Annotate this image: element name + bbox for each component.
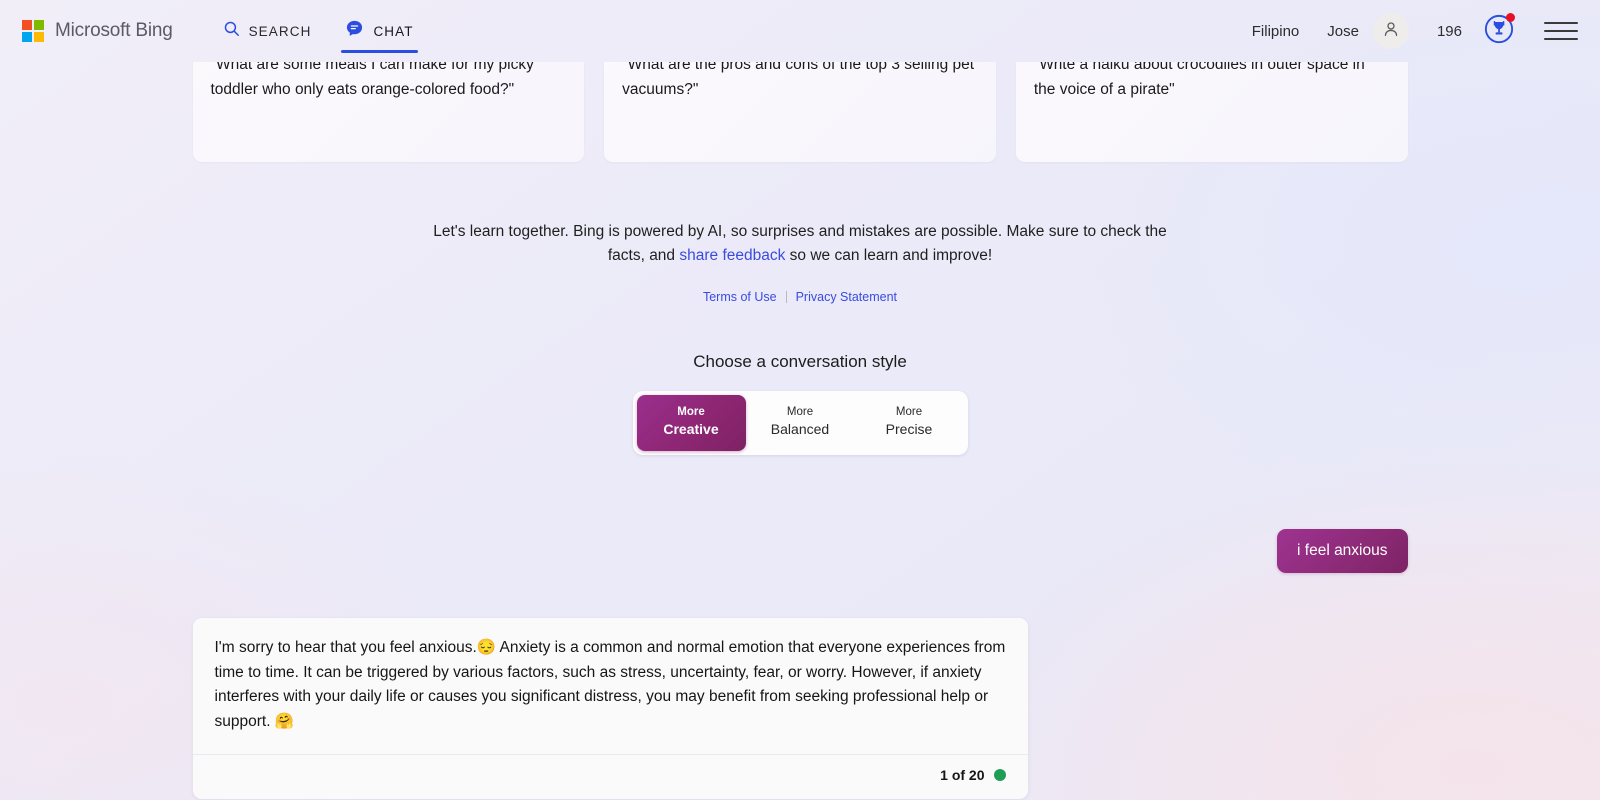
tab-chat-label: CHAT <box>373 23 414 39</box>
suggestion-card[interactable]: "What are the pros and cons of the top 3… <box>604 62 996 162</box>
style-option-line1: More <box>677 406 705 419</box>
avatar[interactable] <box>1372 13 1409 49</box>
bot-message-card: I'm sorry to hear that you feel anxious.… <box>192 618 1028 800</box>
chat-thread: i feel anxious I'm sorry to hear that yo… <box>192 529 1408 800</box>
user-message-bubble: i feel anxious <box>1277 529 1408 574</box>
style-option-line1: More <box>895 406 923 419</box>
microsoft-logo-icon <box>22 20 44 42</box>
header-right-cluster: Filipino Jose 196 <box>1238 12 1578 49</box>
search-icon <box>223 20 240 42</box>
rewards-button[interactable] <box>1484 12 1515 49</box>
bot-message-footer: 1 of 20 <box>192 754 1028 799</box>
user-name-label[interactable]: Jose <box>1313 23 1373 40</box>
style-option-balanced[interactable]: More Balanced <box>746 395 855 451</box>
terms-of-use-link[interactable]: Terms of Use <box>703 290 777 304</box>
tab-chat[interactable]: CHAT <box>341 0 418 62</box>
conversation-style-heading: Choose a conversation style <box>693 352 907 372</box>
legal-divider <box>785 291 787 304</box>
chat-bubble-icon <box>345 19 364 43</box>
turn-status-dot <box>993 769 1006 782</box>
content-column: "What are some meals I can make for my p… <box>192 62 1408 800</box>
bot-message-text: I'm sorry to hear that you feel anxious.… <box>214 639 1006 730</box>
conversation-style-toggle: More Creative More Balanced More Precise <box>632 391 968 456</box>
disclaimer-part-2: so we can learn and improve! <box>785 247 993 265</box>
app-header: Microsoft Bing SEARCH CHAT Filipino Jose… <box>0 0 1600 62</box>
hamburger-menu-icon[interactable] <box>1544 14 1578 48</box>
legal-links: Terms of Use Privacy Statement <box>193 290 1408 304</box>
turn-counter: 1 of 20 <box>940 767 985 784</box>
share-feedback-link[interactable]: share feedback <box>679 247 785 264</box>
style-option-precise[interactable]: More Precise <box>855 395 964 451</box>
tab-search-label: SEARCH <box>248 23 312 39</box>
rewards-points-label[interactable]: 196 <box>1423 23 1476 40</box>
suggestion-cards: "What are some meals I can make for my p… <box>192 62 1408 162</box>
suggestion-card[interactable]: "Write a haiku about crocodiles in outer… <box>1015 62 1408 162</box>
style-option-line2: Creative <box>663 421 719 438</box>
user-message-row: i feel anxious <box>193 529 1408 574</box>
conversation-style-section: More Creative More Balanced More Precise <box>193 391 1408 456</box>
style-option-line1: More <box>786 406 814 419</box>
style-option-line2: Balanced <box>770 421 830 438</box>
language-selector[interactable]: Filipino <box>1238 23 1314 40</box>
suggestion-card[interactable]: "What are some meals I can make for my p… <box>192 62 585 162</box>
privacy-statement-link[interactable]: Privacy Statement <box>796 290 897 304</box>
person-icon <box>1382 20 1400 43</box>
style-option-creative[interactable]: More Creative <box>636 395 746 452</box>
ai-disclaimer: Let's learn together. Bing is powered by… <box>420 220 1180 268</box>
brand-name-label: Microsoft Bing <box>55 20 173 41</box>
nav-tabs: SEARCH CHAT <box>219 0 418 62</box>
notification-dot <box>1506 12 1515 22</box>
brand-logo[interactable]: Microsoft Bing <box>22 20 173 42</box>
style-option-line2: Precise <box>885 421 933 438</box>
tab-search[interactable]: SEARCH <box>219 0 316 62</box>
bot-message-row: I'm sorry to hear that you feel anxious.… <box>192 618 1408 800</box>
main-scroll-area[interactable]: "What are some meals I can make for my p… <box>0 62 1600 800</box>
